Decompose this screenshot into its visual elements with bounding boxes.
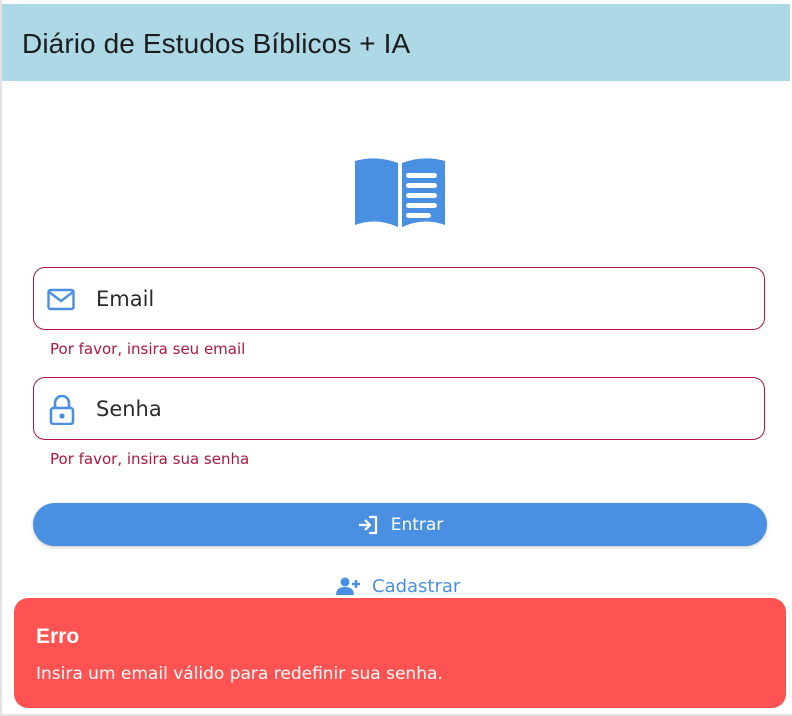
password-field[interactable] [33, 377, 765, 440]
email-error-text: Por favor, insira seu email [50, 340, 246, 358]
register-button[interactable]: Cadastrar [336, 572, 460, 600]
window-left-border [0, 0, 2, 716]
toast-message: Insira um email válido para redefinir su… [36, 664, 443, 684]
book-logo-icon [355, 158, 445, 227]
app-bar: Diário de Estudos Bíblicos + IA [2, 4, 790, 81]
login-button-label: Entrar [390, 514, 444, 535]
login-icon [358, 515, 377, 534]
error-toast: Erro Insira um email válido para redefin… [14, 598, 786, 708]
mail-icon [47, 288, 75, 311]
email-input[interactable] [94, 276, 748, 322]
register-button-label: Cadastrar [372, 575, 461, 597]
person-add-icon [336, 577, 360, 595]
password-error-text: Por favor, insira sua senha [50, 450, 250, 468]
toast-title: Erro [36, 625, 80, 648]
lock-icon [49, 395, 75, 425]
app-title: Diário de Estudos Bíblicos + IA [22, 28, 411, 59]
email-field[interactable] [33, 267, 765, 330]
login-button[interactable]: Entrar [33, 503, 767, 546]
password-input[interactable] [94, 386, 748, 432]
